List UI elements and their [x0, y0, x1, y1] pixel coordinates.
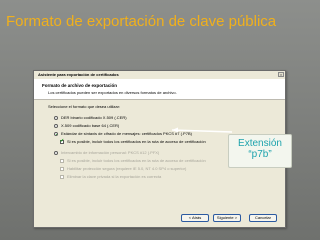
cancel-button[interactable]: Cancelar — [249, 214, 277, 222]
checkbox-icon — [60, 175, 64, 179]
checkbox-icon — [60, 167, 64, 171]
option-delete-key: Eliminar la clave privada si la exportac… — [60, 173, 161, 180]
option-label: Habilitar protección segura (requiere IE… — [67, 166, 187, 171]
extension-callout: Extensión “p7b” — [228, 134, 292, 168]
option-label: Intercambio de información personal: PKC… — [61, 150, 160, 155]
option-label: Eliminar la clave privada si la exportac… — [67, 174, 162, 179]
option-strong-protection: Habilitar protección segura (requiere IE… — [60, 165, 186, 172]
radio-icon[interactable] — [54, 124, 58, 128]
option-label: DER binario codificado X.509 (.CER) — [61, 115, 127, 120]
radio-selected-icon[interactable] — [54, 132, 58, 136]
option-pfx-include-chain: Si es posible, incluir todos los certifi… — [60, 157, 206, 164]
header-title: Formato de archivo de exportación — [42, 83, 118, 88]
checkbox-checked-icon[interactable] — [60, 138, 64, 145]
option-label: Si es posible, incluir todos los certifi… — [67, 158, 206, 163]
option-label: Si es posible, incluir todos los certifi… — [67, 139, 206, 144]
close-icon[interactable]: × — [278, 72, 284, 77]
header-subtitle: Los certificados pueden ser exportados e… — [48, 90, 177, 95]
option-label: Estándar de sintaxis de cifrado de mensa… — [61, 131, 192, 136]
option-base64[interactable]: X.509 codificado base 64 (.CER) — [54, 122, 119, 129]
checkbox-icon — [60, 159, 64, 163]
format-prompt: Seleccione el formato que desea utilizar… — [48, 104, 121, 109]
option-label: X.509 codificado base 64 (.CER) — [61, 123, 120, 128]
slide-title: Formato de exportación de clave pública — [6, 13, 277, 30]
back-button[interactable]: < Atrás — [181, 214, 209, 222]
option-include-chain[interactable]: Si es posible, incluir todos los certifi… — [60, 138, 206, 145]
option-pkcs12: Intercambio de información personal: PKC… — [54, 149, 159, 156]
callout-text: Extensión — [238, 138, 282, 149]
option-der[interactable]: DER binario codificado X.509 (.CER) — [54, 114, 127, 121]
next-button[interactable]: Siguiente > — [213, 214, 241, 222]
radio-icon[interactable] — [54, 116, 58, 120]
callout-extension: “p7b” — [248, 149, 272, 160]
radio-icon — [54, 151, 58, 155]
option-pkcs7[interactable]: Estándar de sintaxis de cifrado de mensa… — [54, 130, 192, 137]
wizard-header: Formato de archivo de exportación Los ce… — [34, 79, 285, 100]
dialog-title: Asistente para exportación de certificad… — [38, 72, 119, 77]
